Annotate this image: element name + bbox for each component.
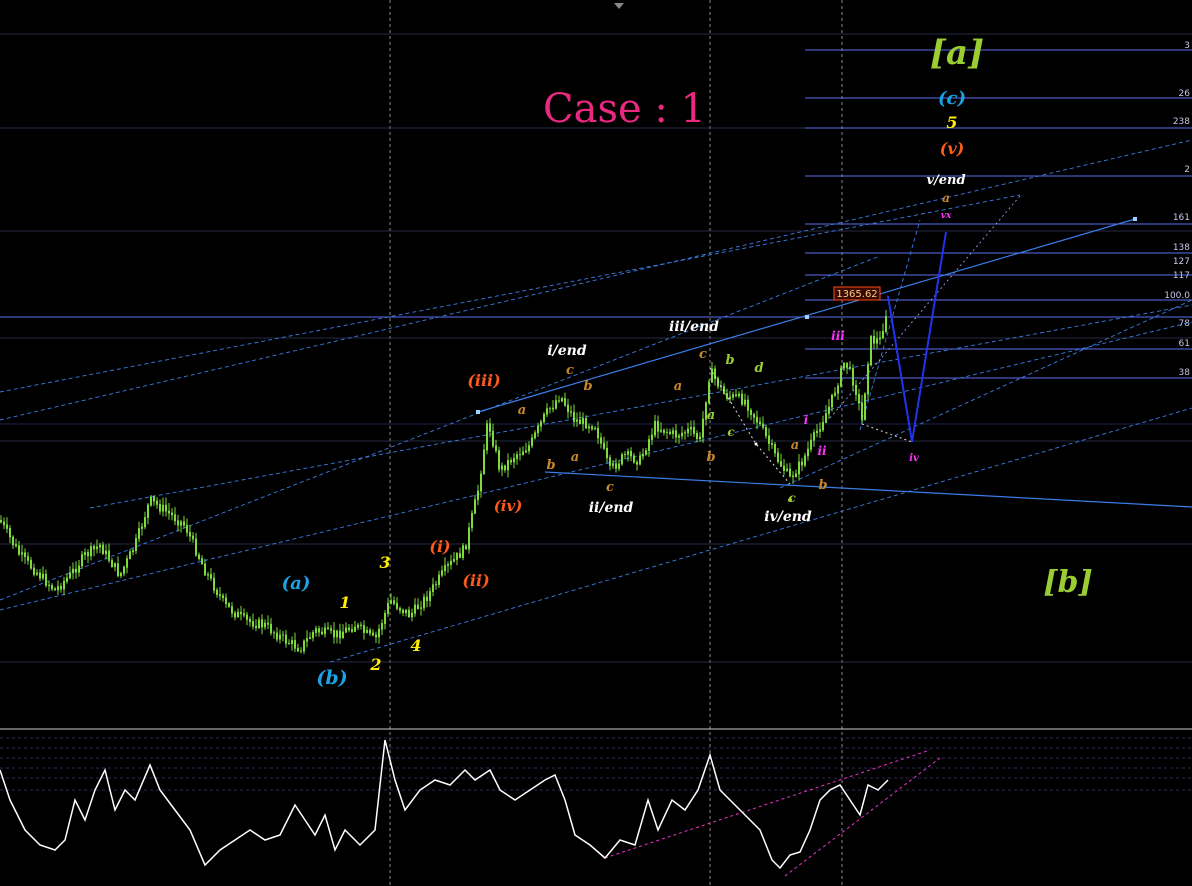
wave-label: c xyxy=(566,363,574,378)
wave-label: iv xyxy=(909,453,919,464)
wave-label: iv/end xyxy=(764,509,812,525)
wave-label: [a] xyxy=(930,33,984,73)
wave-point-marker xyxy=(754,442,758,446)
wave-label: i xyxy=(804,413,809,427)
wave-label: ii/end xyxy=(589,500,634,516)
wave-label: a xyxy=(707,408,715,423)
wave-label: a xyxy=(791,438,799,453)
fib-level-label: 127 xyxy=(1173,257,1190,267)
wave-label: 4 xyxy=(410,636,421,655)
wave-label: ii xyxy=(817,444,827,458)
wave-label: a xyxy=(571,450,579,465)
wave-label: c xyxy=(606,480,614,495)
wave-label: iii/end xyxy=(669,319,719,335)
elliott-wave-chart: 3262382161138127117100.0786138 1365.62 C… xyxy=(0,0,1192,886)
wave-label: a xyxy=(518,403,526,418)
wave-label: 2 xyxy=(369,655,381,674)
wave-label: b xyxy=(546,458,555,473)
fib-level-label: 117 xyxy=(1173,271,1190,281)
fib-level-label: 61 xyxy=(1179,339,1190,349)
wave-label: 5 xyxy=(946,113,957,132)
wave-label: (c) xyxy=(938,88,966,109)
wave-label: c xyxy=(699,347,707,362)
wave-label: (v) xyxy=(940,139,964,158)
fib-level-label: 26 xyxy=(1179,89,1191,99)
chart-title: Case : 1 xyxy=(543,86,706,132)
chart-background xyxy=(0,0,1192,886)
wave-label: a xyxy=(674,379,682,394)
fib-level-label: 138 xyxy=(1173,243,1190,253)
wave-label: vx xyxy=(941,211,952,221)
wave-label: v/end xyxy=(926,173,965,188)
wave-label: c xyxy=(727,425,735,439)
wave-label: b xyxy=(583,379,592,394)
fib-level-label: 238 xyxy=(1173,117,1190,127)
fib-level-label: 100.0 xyxy=(1164,291,1190,301)
wave-label: b xyxy=(706,450,715,465)
wave-label: 1 xyxy=(339,593,350,612)
fib-level-label: 38 xyxy=(1179,368,1191,378)
wave-label: b xyxy=(725,353,734,368)
wave-label: a xyxy=(942,191,950,205)
trendline-anchor[interactable] xyxy=(476,410,480,414)
fib-level-label: 3 xyxy=(1184,41,1190,51)
trendline-anchor[interactable] xyxy=(805,315,809,319)
fib-level-label: 161 xyxy=(1173,213,1190,223)
price-label-text: 1365.62 xyxy=(836,289,877,300)
current-price-label: 1365.62 xyxy=(833,286,881,301)
wave-label: (iii) xyxy=(467,371,500,390)
wave-point-marker xyxy=(788,498,792,502)
wave-label: (iv) xyxy=(494,497,523,515)
wave-label: d xyxy=(754,361,763,376)
wave-label: (b) xyxy=(316,667,347,689)
wave-label: i/end xyxy=(547,343,587,359)
wave-label: [b] xyxy=(1043,565,1092,600)
wave-label: (i) xyxy=(429,537,450,556)
wave-label: iii xyxy=(831,329,845,343)
wave-label: (ii) xyxy=(462,571,489,590)
wave-label: 3 xyxy=(379,553,390,572)
fib-level-label: 2 xyxy=(1184,165,1190,175)
trendline-anchor[interactable] xyxy=(1133,217,1137,221)
wave-label: (a) xyxy=(282,573,311,594)
wave-label: b xyxy=(818,478,827,493)
wave-label: c xyxy=(788,491,796,505)
